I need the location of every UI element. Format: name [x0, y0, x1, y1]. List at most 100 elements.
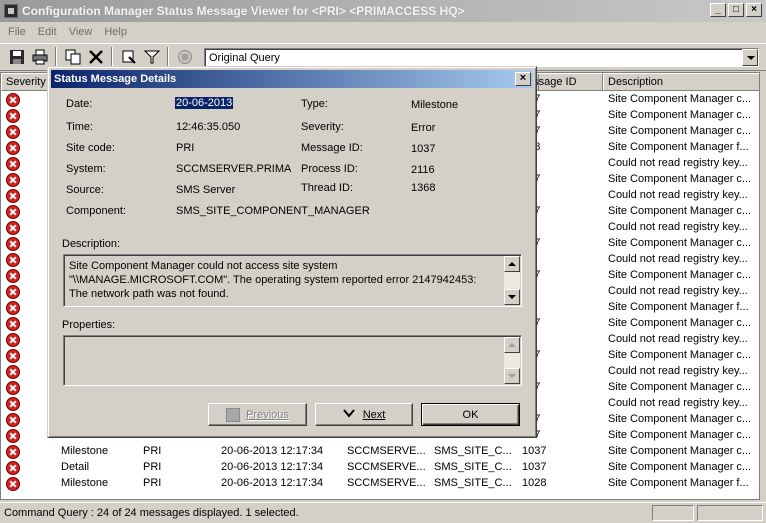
filter-icon[interactable] [141, 47, 162, 68]
print-icon[interactable] [29, 47, 50, 68]
menu-help[interactable]: Help [98, 26, 133, 38]
error-icon [6, 285, 20, 299]
cell-desc: Could not read registry key... [608, 285, 748, 297]
component-label: Component: [66, 205, 126, 217]
window-controls: _ □ × [710, 3, 762, 17]
delete-icon[interactable] [85, 47, 106, 68]
error-icon [6, 461, 20, 475]
error-icon [6, 221, 20, 235]
stop-icon[interactable] [174, 47, 195, 68]
scroll-up-icon[interactable] [504, 337, 520, 353]
status-message-details-dialog: Status Message Details × Date: 20-06-201… [47, 66, 537, 438]
cell-desc: Site Component Manager c... [608, 125, 752, 137]
cell-type: Milestone [61, 445, 109, 457]
cell-type: Detail [61, 461, 90, 473]
scroll-up-icon[interactable] [504, 256, 520, 272]
time-value[interactable]: 12:46:35.050 [176, 121, 240, 133]
cell-site: PRI [143, 445, 162, 457]
cell-desc: Site Component Manager f... [608, 301, 749, 313]
cell-component: SMS_SITE_C... [434, 445, 512, 457]
process-id-label: Process ID: [301, 163, 358, 175]
cell-desc: Could not read registry key... [608, 365, 748, 377]
error-icon [6, 173, 20, 187]
thread-id-value[interactable]: 1368 [411, 182, 435, 194]
cell-desc: Could not read registry key... [608, 189, 748, 201]
properties-label: Properties: [62, 319, 116, 331]
system-value[interactable]: SCCMSERVER.PRIMACC [176, 163, 291, 175]
type-label: Type: [301, 98, 328, 110]
cell-system: SCCMSERVE... [347, 477, 426, 489]
copy-icon[interactable] [62, 47, 83, 68]
dialog-title: Status Message Details [54, 73, 177, 85]
error-icon [6, 365, 20, 379]
column-header-severity[interactable]: Severity [1, 73, 49, 91]
status-text: Command Query : 24 of 24 messages displa… [4, 507, 299, 519]
error-icon [6, 157, 20, 171]
table-row[interactable]: Milestone PRI 20-06-2013 12:17:34 SCCMSERVE… [1, 476, 759, 492]
properties-textbox[interactable] [63, 335, 522, 386]
save-icon[interactable] [6, 47, 27, 68]
ok-button[interactable]: OK [421, 403, 520, 426]
cell-date: 20-06-2013 12:17:34 [221, 461, 324, 473]
cell-desc: Site Component Manager c... [608, 445, 752, 457]
error-icon [6, 397, 20, 411]
description-label: Description: [62, 238, 121, 250]
refresh-icon[interactable] [118, 47, 139, 68]
scroll-down-icon[interactable] [504, 289, 520, 305]
severity-value[interactable]: Error [411, 122, 435, 134]
status-pane [652, 505, 694, 521]
dialog-close-button[interactable]: × [515, 72, 531, 86]
process-id-value[interactable]: 2116 [411, 164, 435, 176]
message-id-value[interactable]: 1037 [411, 143, 435, 155]
dialog-titlebar: Status Message Details × [51, 70, 533, 88]
site-code-value[interactable]: PRI [176, 142, 194, 154]
scroll-down-icon[interactable] [504, 368, 520, 384]
site-code-label: Site code: [66, 142, 115, 154]
column-header-description[interactable]: Description [603, 73, 759, 91]
error-icon [6, 93, 20, 107]
query-value: Original Query [209, 52, 280, 64]
cell-desc: Site Component Manager c... [608, 269, 752, 281]
cell-desc: Site Component Manager c... [608, 429, 752, 441]
error-icon [6, 205, 20, 219]
thread-id-label: Thread ID: [301, 182, 353, 194]
description-text: Site Component Manager could not access … [69, 260, 477, 300]
chevron-down-icon[interactable] [742, 49, 758, 66]
menu-file[interactable]: File [2, 26, 32, 38]
next-button[interactable]: Next [315, 403, 413, 426]
error-icon [6, 189, 20, 203]
query-select[interactable]: Original Query [204, 48, 759, 67]
table-row[interactable]: Detail PRI 20-06-2013 12:17:34 SCCMSERVE...… [1, 460, 759, 476]
error-icon [6, 477, 20, 491]
cell-msgid: 1037 [522, 461, 547, 473]
error-icon [6, 429, 20, 443]
cell-component: SMS_SITE_C... [434, 477, 512, 489]
error-icon [6, 317, 20, 331]
error-icon [6, 253, 20, 267]
cell-desc: Could not read registry key... [608, 221, 748, 233]
cell-desc: Site Component Manager c... [608, 173, 752, 185]
system-label: System: [66, 163, 106, 175]
previous-label: Previous [246, 408, 289, 421]
error-icon [6, 413, 20, 427]
properties-scrollbar[interactable] [504, 337, 520, 384]
close-button[interactable]: × [746, 3, 762, 17]
previous-button[interactable]: Previous [208, 403, 307, 426]
table-row[interactable]: Milestone PRI 20-06-2013 12:17:34 SCCMSERVE… [1, 444, 759, 460]
description-textbox[interactable]: Site Component Manager could not access … [63, 254, 522, 307]
minimize-button[interactable]: _ [710, 3, 726, 17]
cell-desc: Site Component Manager c... [608, 317, 752, 329]
error-icon [6, 109, 20, 123]
cell-component: SMS_SITE_C... [434, 461, 512, 473]
type-value[interactable]: Milestone [411, 99, 458, 111]
cell-desc: Site Component Manager c... [608, 109, 752, 121]
app-icon [4, 4, 18, 18]
menu-edit[interactable]: Edit [32, 26, 63, 38]
description-scrollbar[interactable] [504, 256, 520, 305]
component-value[interactable]: SMS_SITE_COMPONENT_MANAGER [176, 205, 370, 217]
menu-view[interactable]: View [63, 26, 99, 38]
source-value[interactable]: SMS Server [176, 184, 235, 196]
date-value[interactable]: 20-06-2013 [175, 97, 234, 109]
cell-desc: Site Component Manager c... [608, 93, 752, 105]
maximize-button[interactable]: □ [728, 3, 744, 17]
